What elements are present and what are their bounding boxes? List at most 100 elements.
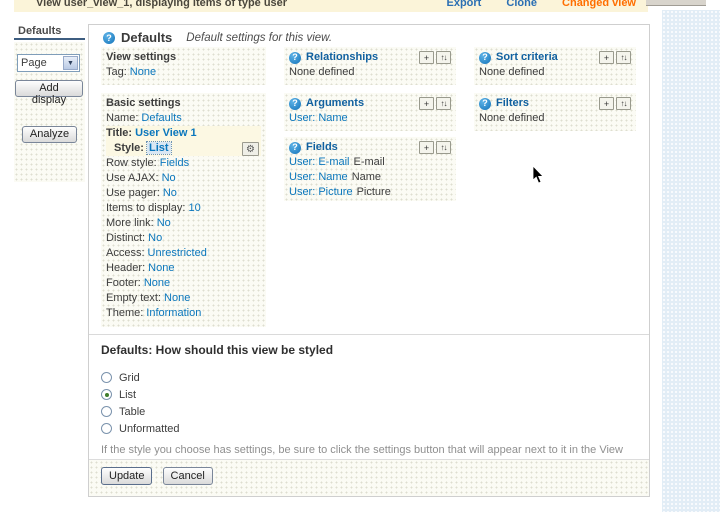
field-user-name-link[interactable]: User: Name <box>289 171 348 183</box>
view-name-title: View user_view_1, displaying items of ty… <box>14 0 287 9</box>
add-icon[interactable]: + <box>419 141 434 154</box>
style-setting-link[interactable]: List <box>147 142 171 154</box>
header-setting-link[interactable]: None <box>148 262 174 274</box>
help-icon[interactable]: ? <box>479 98 491 110</box>
radio-label[interactable]: Table <box>119 406 145 418</box>
view-settings-box: View settings Tag:None <box>101 47 266 85</box>
setting-row: Theme:Information <box>106 306 261 321</box>
sort-criteria-box: ? Sort criteria + ↑↓ None defined <box>474 47 636 85</box>
sort-criteria-header: ? Sort criteria + ↑↓ <box>479 50 631 65</box>
empty-text-setting-link[interactable]: None <box>164 292 190 304</box>
field-user-picture-link[interactable]: User: Picture <box>289 186 353 198</box>
setting-label: Theme: <box>106 307 143 319</box>
chevron-down-icon[interactable]: ▼ <box>63 56 78 70</box>
view-settings-title: View settings <box>106 50 261 65</box>
title-setting-link[interactable]: User View 1 <box>135 127 197 139</box>
field-user-email-link[interactable]: User: E-mail <box>289 156 350 168</box>
radio-label[interactable]: Grid <box>119 372 140 384</box>
setting-label: More link: <box>106 217 154 229</box>
style-option-grid[interactable]: Grid <box>101 369 639 386</box>
items-to-display-setting-link[interactable]: 10 <box>188 202 200 214</box>
add-display-button[interactable]: Add display <box>15 80 83 97</box>
use-ajax-setting-link[interactable]: No <box>162 172 176 184</box>
theme-setting-link[interactable]: Information <box>146 307 201 319</box>
radio-grid[interactable] <box>101 372 112 383</box>
rearrange-icon[interactable]: ↑↓ <box>436 97 451 110</box>
relationships-box: ? Relationships + ↑↓ None defined <box>284 47 456 85</box>
view-status-bar: View user_view_1, displaying items of ty… <box>14 0 648 12</box>
empty-text: None defined <box>479 111 631 126</box>
analyze-button[interactable]: Analyze <box>22 126 77 143</box>
add-icon[interactable]: + <box>419 51 434 64</box>
cancel-button[interactable]: Cancel <box>163 467 213 485</box>
add-icon[interactable]: + <box>599 97 614 110</box>
help-icon[interactable]: ? <box>479 52 491 64</box>
setting-row: Items to display:10 <box>106 201 261 216</box>
view-action-links: Export Clone Changed view <box>425 0 637 12</box>
display-type-select[interactable]: Page ▼ <box>17 54 80 72</box>
style-option-table[interactable]: Table <box>101 403 639 420</box>
filters-header: ? Filters + ↑↓ <box>479 96 631 111</box>
help-icon[interactable]: ? <box>289 142 301 154</box>
radio-list[interactable] <box>101 389 112 400</box>
setting-label: Tag: <box>106 66 127 78</box>
radio-label[interactable]: List <box>119 389 136 401</box>
field-row: User: PicturePicture <box>289 185 451 200</box>
style-option-unformatted[interactable]: Unformatted <box>101 420 639 437</box>
argument-user-name-link[interactable]: User: Name <box>289 112 348 124</box>
field-label-text: Name <box>352 171 381 183</box>
fields-title-link[interactable]: Fields <box>306 140 338 155</box>
footer-setting-link[interactable]: None <box>144 277 170 289</box>
sidebar-body: Page ▼ Add display Analyze <box>14 42 85 182</box>
style-option-list[interactable]: List <box>101 386 639 403</box>
access-setting-link[interactable]: Unrestricted <box>148 247 207 259</box>
setting-label: Name: <box>106 112 138 124</box>
help-icon[interactable]: ? <box>289 52 301 64</box>
add-icon[interactable]: + <box>599 51 614 64</box>
arguments-title-link[interactable]: Arguments <box>306 96 364 111</box>
basic-settings-title: Basic settings <box>106 96 261 111</box>
use-pager-setting-link[interactable]: No <box>163 187 177 199</box>
name-setting-link[interactable]: Defaults <box>141 112 181 124</box>
setting-row-selected: Style:List ⚙ <box>106 141 261 156</box>
distinct-setting-link[interactable]: No <box>148 232 162 244</box>
setting-label: Distinct: <box>106 232 145 244</box>
row-style-setting-link[interactable]: Fields <box>160 157 189 169</box>
export-link[interactable]: Export <box>447 0 482 9</box>
filters-title-link[interactable]: Filters <box>496 96 529 111</box>
update-button[interactable]: Update <box>101 467 152 485</box>
field-row: User: E-mail E-mail <box>289 155 451 170</box>
tab-defaults[interactable]: Defaults <box>14 24 85 40</box>
style-settings-form: Defaults: How should this view be styled… <box>101 343 639 468</box>
rearrange-icon[interactable]: ↑↓ <box>616 51 631 64</box>
style-form-title: Defaults: How should this view be styled <box>101 343 639 357</box>
display-title: Defaults <box>121 30 172 45</box>
setting-row: Row style:Fields <box>106 156 261 171</box>
sort-criteria-title-link[interactable]: Sort criteria <box>496 50 558 65</box>
help-icon[interactable]: ? <box>103 32 115 44</box>
add-icon[interactable]: + <box>419 97 434 110</box>
setting-row: Tag:None <box>106 65 261 80</box>
clone-link[interactable]: Clone <box>506 0 537 9</box>
relationships-header: ? Relationships + ↑↓ <box>289 50 451 65</box>
help-icon[interactable]: ? <box>289 98 301 110</box>
more-link-setting-link[interactable]: No <box>157 217 171 229</box>
radio-label[interactable]: Unformatted <box>119 423 180 435</box>
rearrange-icon[interactable]: ↑↓ <box>436 141 451 154</box>
radio-table[interactable] <box>101 406 112 417</box>
setting-row: More link:No <box>106 216 261 231</box>
fields-box: ? Fields + ↑↓ User: E-mail E-mail User: N… <box>284 137 456 201</box>
empty-text: None defined <box>479 65 631 80</box>
field-label-text: E-mail <box>354 156 385 168</box>
rearrange-icon[interactable]: ↑↓ <box>436 51 451 64</box>
display-type-select-value: Page <box>21 57 47 69</box>
rearrange-icon[interactable]: ↑↓ <box>616 97 631 110</box>
relationships-title-link[interactable]: Relationships <box>306 50 378 65</box>
gear-icon[interactable]: ⚙ <box>242 142 259 156</box>
changed-view-link[interactable]: Changed view <box>562 0 636 9</box>
tag-setting-link[interactable]: None <box>130 66 156 78</box>
setting-row-changed: Title:User View 1 <box>106 126 261 141</box>
argument-row: User: Name <box>289 111 451 126</box>
radio-unformatted[interactable] <box>101 423 112 434</box>
displays-sidebar: Defaults Page ▼ Add display Analyze <box>14 24 85 182</box>
